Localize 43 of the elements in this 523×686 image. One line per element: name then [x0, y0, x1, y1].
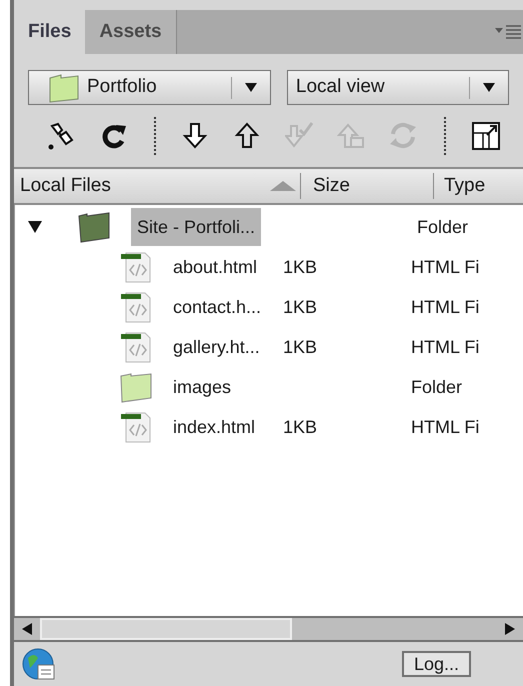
dropdown-value: Local view: [296, 75, 386, 100]
panel-tab[interactable]: Files: [14, 10, 86, 54]
log-button[interactable]: Log...: [402, 651, 471, 677]
file-size: 1KB: [282, 256, 318, 278]
file-name[interactable]: index.html: [167, 408, 262, 446]
expand-window-icon[interactable]: [471, 121, 501, 151]
file-type: HTML Fi: [411, 296, 480, 318]
column-header[interactable]: Size: [301, 172, 433, 200]
file-name[interactable]: about.html: [167, 248, 264, 286]
scroll-left-arrow-icon[interactable]: [22, 623, 32, 635]
scrollbar-thumb[interactable]: [40, 618, 292, 640]
file-size: 1KB: [282, 296, 318, 318]
file-type: HTML Fi: [411, 416, 480, 438]
dropdown-value: Portfolio: [87, 75, 158, 100]
expanded-triangle-icon[interactable]: [28, 221, 42, 233]
file-name[interactable]: gallery.ht...: [167, 328, 266, 366]
file-name[interactable]: contact.h...: [167, 288, 268, 326]
panel-tab[interactable]: Assets: [85, 10, 177, 54]
scroll-right-arrow-icon[interactable]: [505, 623, 515, 635]
folder-icon: [119, 371, 153, 403]
file-type: HTML Fi: [411, 256, 480, 278]
globe-icon[interactable]: [22, 648, 56, 680]
folder-icon: [77, 211, 111, 243]
sort-ascending-icon: [270, 181, 296, 191]
file-size: 1KB: [282, 336, 318, 358]
view-dropdown[interactable]: Local view: [286, 70, 509, 105]
site-dropdown[interactable]: Portfolio: [28, 70, 271, 105]
html-file-icon: [119, 251, 153, 283]
file-name[interactable]: images: [167, 368, 238, 406]
folder-icon: [47, 72, 81, 104]
caret-icon: [244, 83, 257, 92]
file-type: Folder: [417, 216, 468, 238]
file-type: Folder: [411, 376, 462, 398]
column-header[interactable]: Local Files: [14, 172, 270, 200]
html-file-icon: [119, 291, 153, 323]
file-size: 1KB: [282, 416, 318, 438]
panel-menu-icon[interactable]: [495, 25, 521, 39]
html-file-icon: [119, 411, 153, 443]
caret-icon: [483, 83, 495, 92]
file-type: HTML Fi: [411, 336, 480, 358]
column-header[interactable]: Type: [434, 172, 486, 200]
file-name[interactable]: Site - Portfoli...: [131, 208, 262, 246]
html-file-icon: [119, 331, 153, 363]
